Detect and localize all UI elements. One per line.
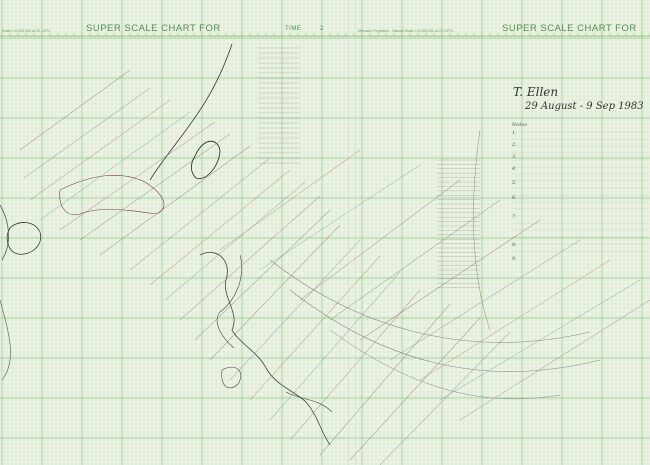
coastline-island [221,366,242,389]
note-line: 9. [512,256,517,262]
note-line: 6. [512,195,517,201]
note-line: 2. [512,142,517,148]
note-line: 3. [512,154,517,160]
storm-name: T. Ellen [513,85,559,99]
note-line: 7. [512,214,517,220]
coastline-south [285,391,333,413]
projection-note: Mercator Projection - Natural Scale 1:5,… [358,29,453,33]
coastline-mainland [59,175,165,216]
horizontal-fold [0,230,650,234]
note-line: 1. [512,130,517,136]
track-line [179,195,321,321]
track-line [99,145,251,256]
notes-heading: Notes [512,122,527,128]
track-line [229,239,361,381]
time-label: TIME [285,26,302,32]
chart-sheet: SUPER SCALE CHART FOR SUPER SCALE CHART … [0,0,650,465]
note-line: 8. [512,242,517,248]
scale-left-note: Scale 1:5,000,000 at 22 1/2°N [2,29,50,33]
track-line [39,111,191,221]
time-value: 2 [320,26,324,32]
note-line: 5. [512,180,517,186]
track-line [19,69,131,151]
storm-dates: 29 August - 9 Sep 1983 [525,101,644,112]
chart-title-right: SUPER SCALE CHART FOR [502,23,637,34]
track-line [319,303,451,456]
note-line: 4. [512,166,517,172]
chart-title-left: SUPER SCALE CHART FOR [86,23,221,34]
range-arc [269,259,591,343]
